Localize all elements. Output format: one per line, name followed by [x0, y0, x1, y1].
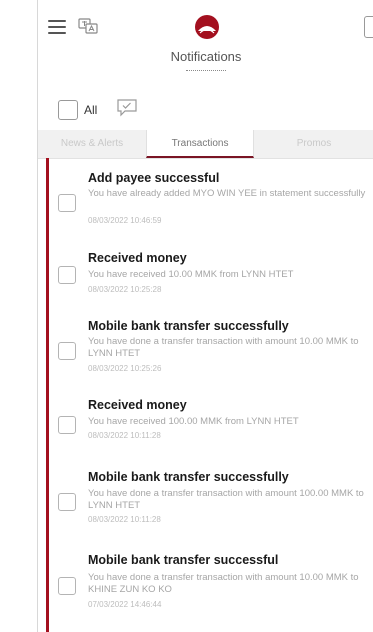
notification-time: 07/03/2022 14:46:44: [88, 600, 162, 609]
notification-checkbox[interactable]: [58, 493, 76, 511]
notifications-screen: Notifications All News & Alerts Transact…: [37, 0, 373, 632]
notification-title: Received money: [88, 398, 187, 412]
notification-body: You have received 10.00 MMK from LYNN HT…: [88, 269, 294, 280]
notification-body: You have done a transfer transaction wit…: [88, 572, 359, 595]
tab-news-alerts[interactable]: News & Alerts: [38, 130, 146, 158]
bank-logo: [195, 15, 219, 39]
notification-checkbox[interactable]: [58, 577, 76, 595]
notification-title: Mobile bank transfer successfully: [88, 470, 289, 484]
select-all-label: All: [84, 103, 98, 117]
language-translate-icon[interactable]: [78, 16, 98, 36]
notification-time: 08/03/2022 10:11:28: [88, 431, 161, 440]
mark-as-read-icon[interactable]: [116, 97, 138, 117]
notification-item[interactable]: Mobile bank transfer successfully You ha…: [38, 458, 373, 542]
notification-title: Received money: [88, 251, 187, 265]
notification-time: 08/03/2022 10:25:28: [88, 285, 162, 294]
notification-body: You have received 100.00 MMK from LYNN H…: [88, 416, 299, 427]
notification-title: Mobile bank transfer successful: [88, 553, 279, 567]
notification-item[interactable]: Mobile bank transfer successfully You ha…: [38, 309, 373, 393]
notification-time: 08/03/2022 10:46:59: [88, 216, 162, 225]
tab-promos[interactable]: Promos: [254, 130, 373, 158]
title-underline: [186, 70, 226, 71]
page-title: Notifications: [170, 49, 242, 64]
notification-body: You have already added MYO WIN YEE in st…: [88, 188, 366, 199]
notification-title: Add payee successful: [88, 171, 220, 185]
notification-title: Mobile bank transfer successfully: [88, 319, 289, 333]
notification-checkbox[interactable]: [58, 342, 76, 360]
notification-item[interactable]: Add payee successful You have already ad…: [38, 158, 373, 242]
notification-checkbox[interactable]: [58, 266, 76, 284]
notification-body: You have done a transfer transaction wit…: [88, 336, 359, 359]
device-icon[interactable]: [364, 16, 373, 38]
notification-time: 08/03/2022 10:11:28: [88, 515, 161, 524]
app-header: Notifications: [38, 0, 373, 90]
notification-item[interactable]: Mobile bank transfer successful You have…: [38, 540, 373, 624]
tab-transactions[interactable]: Transactions: [146, 130, 254, 158]
notification-checkbox[interactable]: [58, 416, 76, 434]
notification-body: You have done a transfer transaction wit…: [88, 488, 364, 511]
hamburger-menu-icon[interactable]: [48, 20, 66, 34]
select-all-checkbox[interactable]: [58, 100, 78, 120]
notification-checkbox[interactable]: [58, 194, 76, 212]
notification-time: 08/03/2022 10:25:26: [88, 364, 162, 373]
notification-tabs: News & Alerts Transactions Promos: [38, 130, 373, 159]
